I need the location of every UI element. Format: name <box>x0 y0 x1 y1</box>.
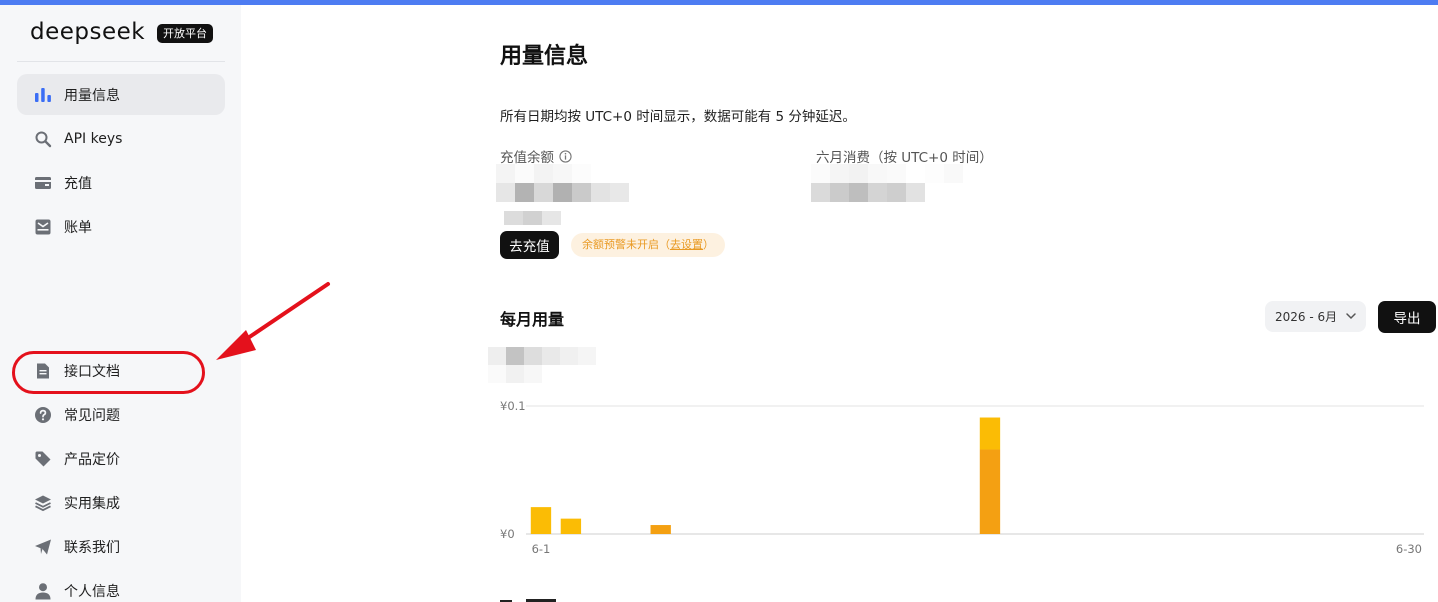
next-section-heading-cutoff <box>500 599 556 602</box>
sidebar-item-label: 实用集成 <box>64 495 120 512</box>
y-tick-label: ¥0 <box>500 527 515 541</box>
usage-bar-day-1-segment-0[interactable] <box>530 507 552 534</box>
wallet-card-icon <box>34 174 52 192</box>
monthly-spend-label: 六月消费（按 UTC+0 时间） <box>816 150 993 166</box>
x-tick-label: 6-1 <box>532 542 551 556</box>
platform-badge: 开放平台 <box>157 24 213 43</box>
month-select[interactable]: 2026 - 6月 <box>1265 301 1366 332</box>
sidebar-item-contact[interactable]: 联系我们 <box>17 526 225 567</box>
sidebar-item-usage[interactable]: 用量信息 <box>17 74 225 115</box>
bar-chart-icon <box>34 86 52 104</box>
bill-inbox-icon <box>34 218 52 236</box>
y-tick-label: ¥0.1 <box>500 399 526 413</box>
export-button[interactable]: 导出 <box>1378 301 1436 333</box>
monthly-usage-chart: ¥0 ¥0.1 6-1 6-30 <box>500 399 1424 556</box>
balance-detail-redacted <box>504 211 561 225</box>
sidebar-divider <box>17 61 225 62</box>
sidebar: deepseek 开放平台 用量信息 API keys 充值 账单 接口文档 常… <box>0 5 241 602</box>
search-key-icon <box>34 130 52 148</box>
api-docs-highlight-ring <box>12 351 205 394</box>
info-icon[interactable] <box>559 149 572 163</box>
sidebar-item-label: 联系我们 <box>64 539 120 556</box>
monthly-spend-value-redacted <box>811 164 963 202</box>
sidebar-item-label: 常见问题 <box>64 407 120 424</box>
sidebar-item-profile[interactable]: 个人信息 <box>17 570 225 602</box>
sidebar-item-label: API keys <box>64 130 123 147</box>
sidebar-item-label: 充值 <box>64 175 92 192</box>
usage-bar-day-16-segment-1[interactable] <box>979 417 1001 450</box>
x-tick-label: 6-30 <box>1396 542 1422 556</box>
layers-icon <box>34 494 52 512</box>
sidebar-item-faq[interactable]: 常见问题 <box>17 394 225 435</box>
chevron-down-icon <box>1346 313 1356 320</box>
page-title: 用量信息 <box>500 44 589 69</box>
sidebar-item-integrations[interactable]: 实用集成 <box>17 482 225 523</box>
balance-alert-pill: 余额预警未开启（去设置） <box>571 233 725 257</box>
recharge-button[interactable]: 去充值 <box>500 231 559 259</box>
balance-label: 充值余额 <box>500 146 572 166</box>
logo: deepseek <box>30 19 146 45</box>
timezone-note: 所有日期均按 UTC+0 时间显示，数据可能有 5 分钟延迟。 <box>500 109 856 125</box>
sidebar-item-bills[interactable]: 账单 <box>17 206 225 247</box>
sidebar-item-pricing[interactable]: 产品定价 <box>17 438 225 479</box>
sidebar-item-label: 产品定价 <box>64 451 120 468</box>
alert-settings-link[interactable]: 去设置 <box>670 238 703 251</box>
sidebar-item-api-keys[interactable]: API keys <box>17 118 225 159</box>
sidebar-item-label: 个人信息 <box>64 583 120 600</box>
usage-bar-day-2-segment-0[interactable] <box>560 518 582 534</box>
balance-value-redacted <box>496 164 629 202</box>
user-icon <box>34 582 52 600</box>
price-tag-icon <box>34 450 52 468</box>
usage-bar-day-5-segment-0[interactable] <box>650 525 671 534</box>
monthly-usage-title: 每月用量 <box>500 310 565 329</box>
sidebar-item-label: 用量信息 <box>64 87 120 104</box>
send-icon <box>34 538 52 556</box>
sidebar-item-label: 账单 <box>64 219 92 236</box>
sidebar-item-recharge[interactable]: 充值 <box>17 162 225 203</box>
usage-bar-day-16-segment-0[interactable] <box>979 449 1001 534</box>
monthly-total-redacted <box>488 347 596 383</box>
red-callout-arrow <box>216 282 330 360</box>
question-icon <box>34 406 52 424</box>
